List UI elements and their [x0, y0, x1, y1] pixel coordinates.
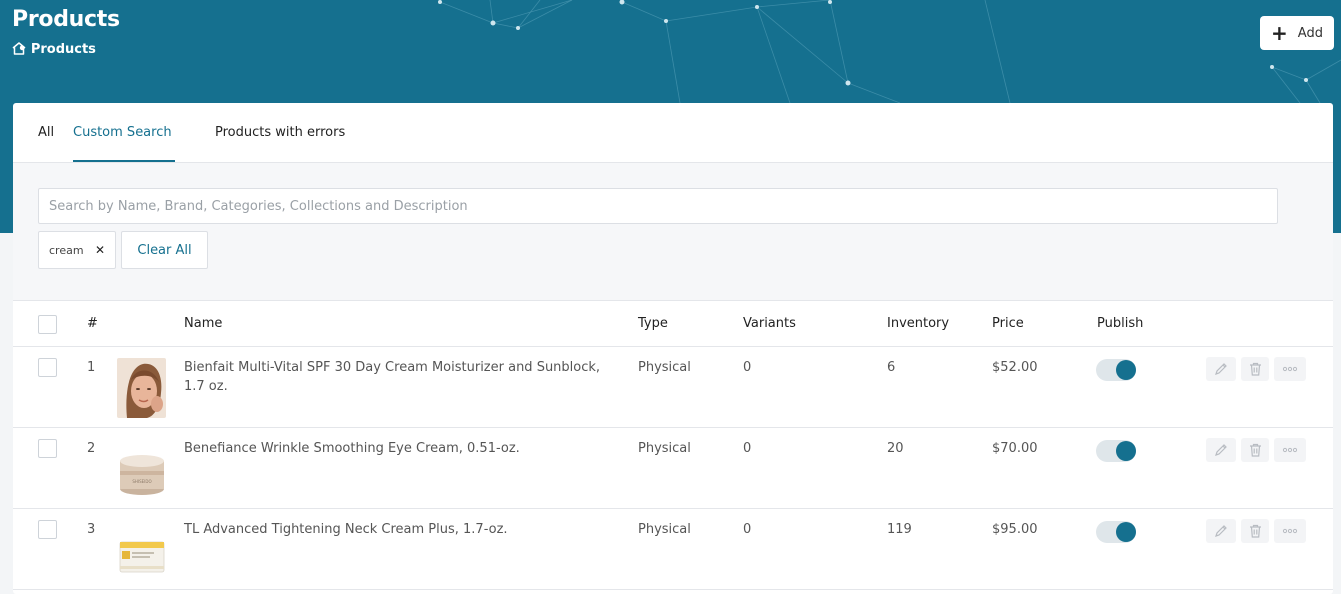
plus-icon: + [1271, 21, 1288, 45]
product-variants: 0 [743, 522, 752, 537]
product-inventory: 20 [887, 441, 904, 456]
product-name[interactable]: Benefiance Wrinkle Smoothing Eye Cream, … [184, 439, 624, 458]
row-index: 1 [87, 360, 96, 375]
table-header: # Name Type Variants Inventory Price Pub… [13, 301, 1333, 347]
breadcrumb-current: • Products [18, 42, 96, 57]
table-row[interactable]: 2 SHISEIDO Benefiance Wrinkle Smoothing … [13, 428, 1333, 509]
column-publish[interactable]: Publish [1097, 316, 1143, 331]
product-type: Physical [638, 522, 691, 537]
toggle-knob [1116, 441, 1136, 461]
select-all-checkbox[interactable] [38, 315, 57, 334]
column-price[interactable]: Price [992, 316, 1024, 331]
trash-icon[interactable] [1241, 438, 1269, 462]
tab-all[interactable]: All [38, 125, 54, 140]
product-thumbnail[interactable]: SHISEIDO [117, 439, 166, 499]
product-type: Physical [638, 441, 691, 456]
product-price: $52.00 [992, 360, 1038, 375]
table-row[interactable]: 3 TL Advanced Tightening Neck Cream Plus… [13, 509, 1333, 590]
trash-icon[interactable] [1241, 519, 1269, 543]
clear-all-button[interactable]: Clear All [121, 231, 208, 269]
tab-bar: All Custom Search Products with errors [13, 103, 1333, 163]
filter-chip-label: cream [49, 243, 84, 257]
product-name[interactable]: TL Advanced Tightening Neck Cream Plus, … [184, 520, 624, 539]
active-tab-indicator [73, 160, 175, 162]
column-variants[interactable]: Variants [743, 316, 796, 331]
product-inventory: 6 [887, 360, 896, 375]
table-row[interactable]: 1 Bienfait Multi-Vital SPF 30 Day Cream … [13, 347, 1333, 428]
tab-products-with-errors[interactable]: Products with errors [215, 125, 345, 140]
more-icon[interactable] [1274, 357, 1306, 381]
column-inventory[interactable]: Inventory [887, 316, 949, 331]
column-name[interactable]: Name [184, 316, 222, 331]
row-index: 3 [87, 522, 96, 537]
product-price: $95.00 [992, 522, 1038, 537]
toggle-knob [1116, 360, 1136, 380]
toggle-knob [1116, 522, 1136, 542]
add-button-label: Add [1297, 25, 1323, 41]
more-icon[interactable] [1274, 438, 1306, 462]
search-input[interactable] [38, 188, 1278, 224]
row-checkbox[interactable] [38, 358, 57, 377]
product-variants: 0 [743, 441, 752, 456]
row-checkbox[interactable] [38, 520, 57, 539]
filter-panel: cream ✕ Clear All [13, 163, 1333, 301]
products-card: All Custom Search Products with errors c… [13, 103, 1333, 594]
product-inventory: 119 [887, 522, 912, 537]
pencil-icon[interactable] [1206, 438, 1236, 462]
column-index: # [87, 316, 98, 331]
product-name[interactable]: Bienfait Multi-Vital SPF 30 Day Cream Mo… [184, 358, 624, 396]
product-price: $70.00 [992, 441, 1038, 456]
product-type: Physical [638, 360, 691, 375]
publish-toggle[interactable] [1096, 521, 1136, 543]
publish-toggle[interactable] [1096, 440, 1136, 462]
publish-toggle[interactable] [1096, 359, 1136, 381]
column-type[interactable]: Type [638, 316, 668, 331]
pencil-icon[interactable] [1206, 519, 1236, 543]
breadcrumb: • Products [12, 42, 96, 57]
close-icon[interactable]: ✕ [95, 243, 105, 257]
page-title: Products [12, 7, 120, 32]
pencil-icon[interactable] [1206, 357, 1236, 381]
product-variants: 0 [743, 360, 752, 375]
filter-chip: cream ✕ [38, 231, 116, 269]
svg-text:SHISEIDO: SHISEIDO [132, 479, 151, 484]
trash-icon[interactable] [1241, 357, 1269, 381]
product-thumbnail[interactable] [117, 358, 166, 418]
more-icon[interactable] [1274, 519, 1306, 543]
tab-custom-search[interactable]: Custom Search [73, 125, 172, 140]
add-product-button[interactable]: + Add [1260, 16, 1334, 50]
product-thumbnail[interactable] [117, 520, 166, 580]
row-checkbox[interactable] [38, 439, 57, 458]
row-index: 2 [87, 441, 96, 456]
